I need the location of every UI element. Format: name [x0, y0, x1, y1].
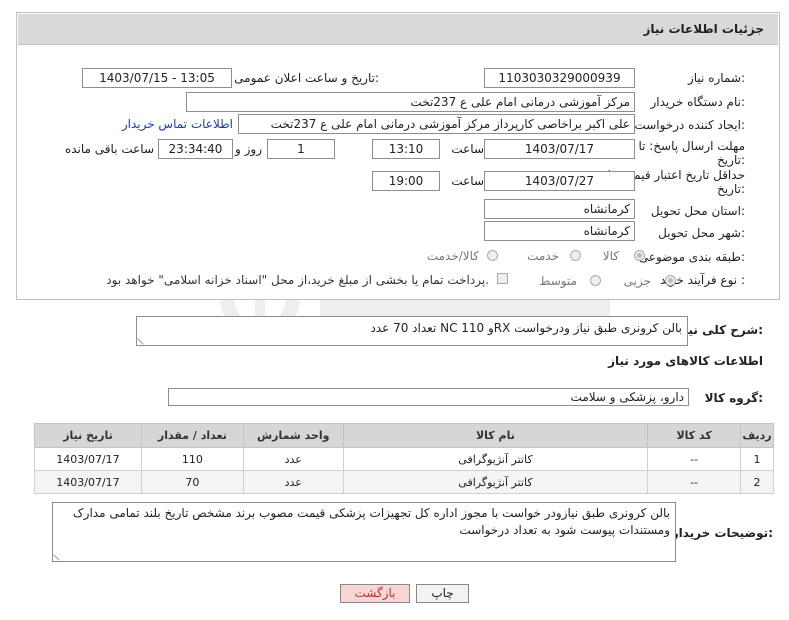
- col-row: ردیف: [740, 423, 774, 448]
- deadline-time-label: ساعت: [451, 142, 484, 156]
- need-number-label: شماره نیاز:: [687, 71, 745, 85]
- treasury-payment-checkbox[interactable]: [497, 273, 508, 284]
- col-code: کد کالا: [647, 423, 742, 448]
- cell-quantity: 110: [140, 447, 244, 471]
- buyer-notes-label: توضیحات خریدار:: [671, 526, 773, 540]
- announce-label: تاریخ و ساعت اعلان عمومی:: [234, 71, 379, 85]
- announce-datetime-field[interactable]: 1403/07/15 - 13:05: [82, 68, 232, 88]
- cell-quantity: 70: [140, 470, 244, 494]
- description-label: شرح کلی نیاز:: [677, 323, 763, 337]
- cell-row: 2: [740, 470, 774, 494]
- buyer-org-field[interactable]: مرکز آموزشی درمانی امام علی ع 237تخت: [186, 92, 635, 112]
- table-row[interactable]: 1 -- کاتتر آنژیوگرافی عدد 110 1403/07/17: [34, 447, 774, 471]
- goods-group-field[interactable]: دارو، پزشکی و سلامت: [168, 388, 689, 406]
- resize-grip-icon[interactable]: [53, 549, 65, 561]
- panel-title: جزئیات اطلاعات نیاز: [643, 22, 764, 36]
- table-header-row: ردیف کد کالا نام کالا واحد شمارش تعداد /…: [34, 423, 774, 448]
- goods-table: ردیف کد کالا نام کالا واحد شمارش تعداد /…: [34, 423, 774, 494]
- days-field[interactable]: 1: [267, 139, 335, 159]
- deadline-time-field[interactable]: 13:10: [372, 139, 440, 159]
- city-field[interactable]: کرمانشاه: [484, 221, 635, 241]
- cell-date: 1403/07/17: [34, 447, 142, 471]
- remaining-label: ساعت باقی مانده: [64, 142, 154, 156]
- deadline-label-date: تاریخ:: [717, 153, 745, 167]
- col-name: نام کالا: [342, 423, 649, 448]
- buyer-notes-text: بالن کرونری طبق نیازودر خواست با مجوز اد…: [72, 506, 670, 537]
- resize-grip-icon[interactable]: [137, 333, 149, 345]
- process-radio-medium[interactable]: [590, 275, 601, 286]
- process-radio-minor[interactable]: [665, 275, 676, 286]
- cell-name: کاتتر آنژیوگرافی: [342, 470, 649, 494]
- need-number-field[interactable]: 1103030329000939: [484, 68, 635, 88]
- deadline-date-field[interactable]: 1403/07/17: [484, 139, 635, 159]
- process-option-minor: جزیی: [623, 274, 651, 288]
- province-field[interactable]: کرمانشاه: [484, 199, 635, 219]
- cell-unit: عدد: [242, 470, 344, 494]
- category-label: طبقه بندی موضوعی:: [638, 250, 745, 264]
- buyer-org-label: نام دستگاه خریدار:: [650, 95, 746, 109]
- category-radio-goods[interactable]: [634, 250, 645, 261]
- buyer-notes-textarea[interactable]: بالن کرونری طبق نیازودر خواست با مجوز اد…: [52, 502, 676, 562]
- description-textarea[interactable]: بالن کرونری طبق نیاز ودرخواست RXو NC 110…: [136, 316, 688, 346]
- validity-time-field[interactable]: 19:00: [372, 171, 440, 191]
- city-label: شهر محل تحویل:: [658, 226, 745, 240]
- validity-label-date: تاریخ:: [717, 182, 745, 196]
- cell-name: کاتتر آنژیوگرافی: [342, 447, 649, 471]
- deadline-label: مهلت ارسال پاسخ: تا: [638, 139, 745, 153]
- validity-date-field[interactable]: 1403/07/27: [484, 171, 635, 191]
- treasury-payment-note: پرداخت تمام یا بخشی از مبلغ خرید،از محل …: [106, 273, 489, 287]
- process-option-medium: متوسط: [539, 274, 577, 288]
- description-text: بالن کرونری طبق نیاز ودرخواست RXو NC 110…: [370, 321, 682, 335]
- requester-label: ایجاد کننده درخواست:: [634, 118, 745, 132]
- cell-code: --: [647, 447, 742, 471]
- category-radio-goods-service[interactable]: [487, 250, 498, 261]
- cell-unit: عدد: [242, 447, 344, 471]
- col-date: تاریخ نیاز: [34, 423, 142, 448]
- days-label: روز و: [235, 142, 262, 156]
- cell-code: --: [647, 470, 742, 494]
- panel-header: جزئیات اطلاعات نیاز: [18, 14, 778, 45]
- print-button[interactable]: چاپ: [416, 584, 469, 603]
- cell-date: 1403/07/17: [34, 470, 142, 494]
- back-button[interactable]: بازگشت: [340, 584, 410, 603]
- category-radio-service[interactable]: [570, 250, 581, 261]
- col-unit: واحد شمارش: [242, 423, 344, 448]
- category-option-service: خدمت: [527, 249, 559, 263]
- category-option-goods: کالا: [602, 249, 619, 263]
- col-quantity: تعداد / مقدار: [140, 423, 244, 448]
- goods-section-title: اطلاعات کالاهای مورد نیاز: [608, 354, 763, 368]
- province-label: استان محل تحویل:: [650, 204, 745, 218]
- goods-group-label: گروه کالا:: [704, 391, 763, 405]
- category-option-goods-service: کالا/خدمت: [426, 249, 479, 263]
- buyer-contact-link[interactable]: اطلاعات تماس خریدار: [122, 117, 233, 131]
- requester-field[interactable]: علی اکبر براخاصی کارپرداز مرکز آموزشی در…: [238, 114, 635, 134]
- table-row[interactable]: 2 -- کاتتر آنژیوگرافی عدد 70 1403/07/17: [34, 470, 774, 494]
- validity-time-label: ساعت: [451, 174, 484, 188]
- remaining-time-field[interactable]: 23:34:40: [158, 139, 233, 159]
- cell-row: 1: [740, 447, 774, 471]
